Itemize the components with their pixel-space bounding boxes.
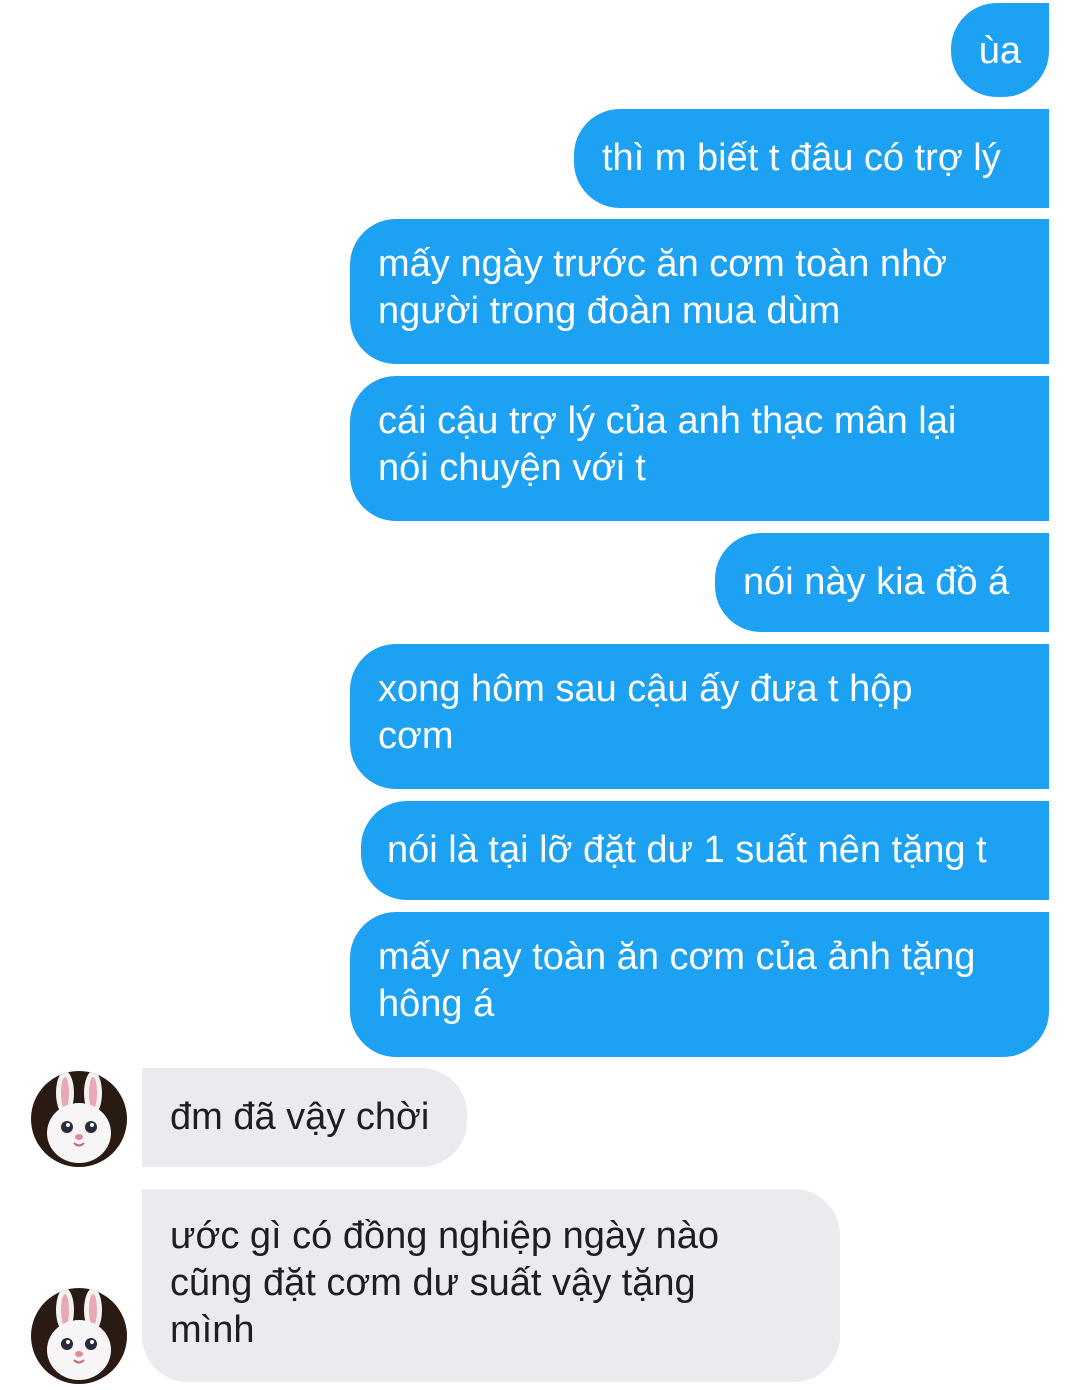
- message-bubble-outgoing[interactable]: mấy nay toàn ăn cơm của ảnh tặng hông á: [350, 912, 1049, 1057]
- bunny-avatar-icon[interactable]: [31, 1288, 127, 1384]
- message-bubble-outgoing[interactable]: mấy ngày trước ăn cơm toàn nhờ người tro…: [350, 219, 1049, 364]
- message-bubble-outgoing[interactable]: xong hôm sau cậu ấy đưa t hộp cơm: [350, 644, 1049, 789]
- message-bubble-incoming[interactable]: ước gì có đồng nghiệp ngày nào cũng đặt …: [142, 1189, 840, 1382]
- message-bubble-outgoing[interactable]: ùa: [950, 3, 1049, 97]
- bunny-avatar-icon[interactable]: [31, 1071, 127, 1167]
- message-bubble-outgoing[interactable]: nói là tại lỡ đặt dư 1 suất nên tặng t: [361, 801, 1049, 900]
- message-bubble-outgoing[interactable]: thì m biết t đâu có trợ lý: [574, 109, 1049, 208]
- message-bubble-incoming[interactable]: đm đã vậy chời: [142, 1068, 467, 1167]
- message-bubble-outgoing[interactable]: nói này kia đồ á: [715, 533, 1049, 632]
- message-bubble-outgoing[interactable]: cái cậu trợ lý của anh thạc mân lại nói …: [350, 376, 1049, 521]
